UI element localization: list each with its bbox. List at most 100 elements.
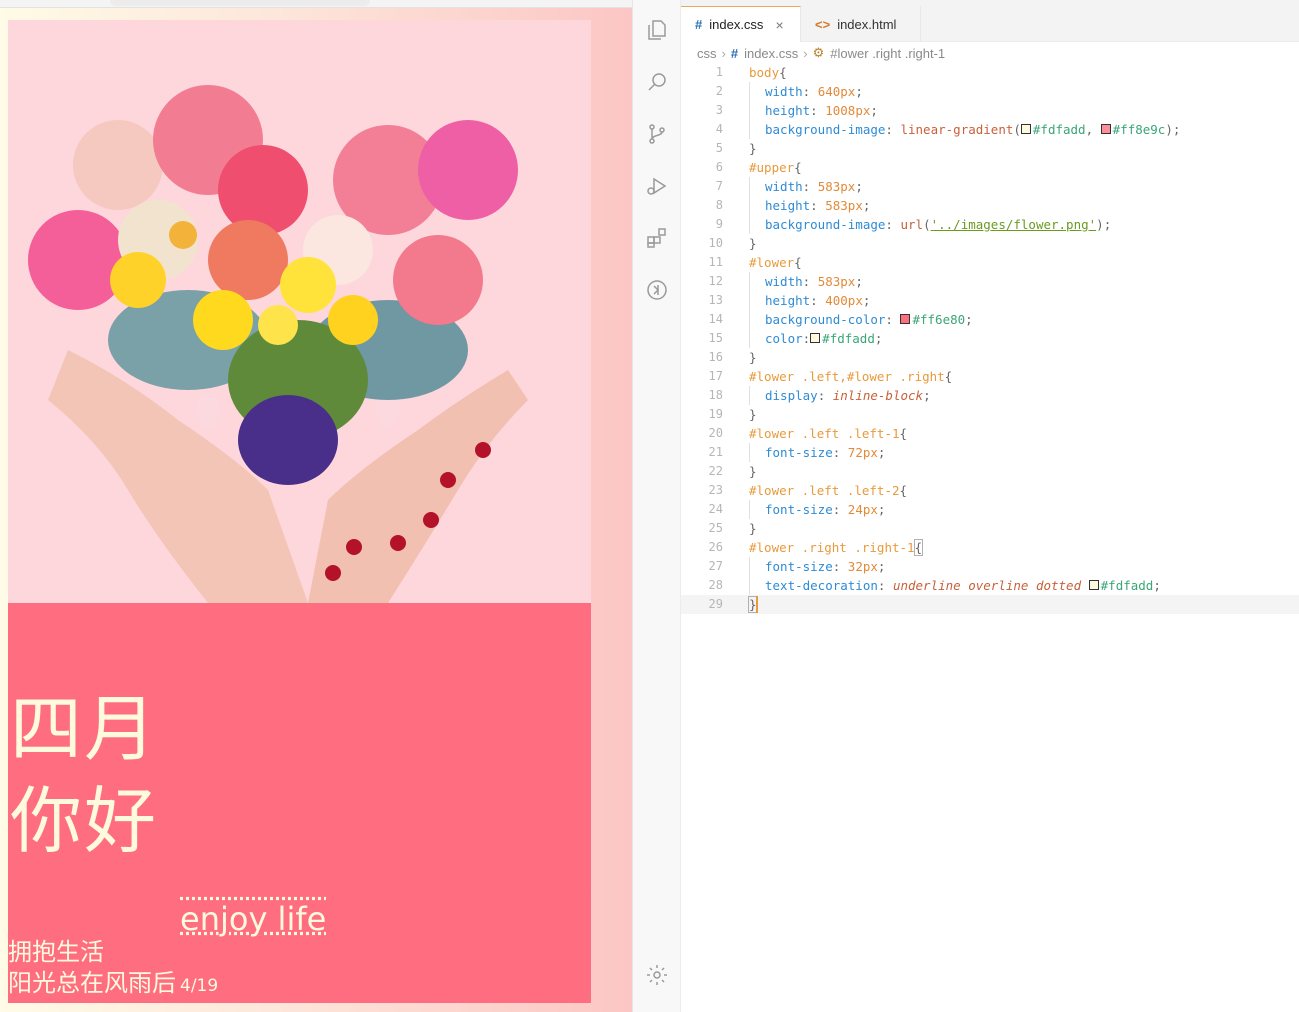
line-number: 2 [715, 84, 723, 98]
code-line: 5} [681, 139, 1299, 158]
close-icon[interactable]: × [775, 17, 783, 33]
code-text: #lower .left .left-1{ [749, 426, 908, 441]
explorer-icon[interactable] [645, 18, 669, 42]
property: height [765, 293, 811, 308]
code-text: width: 583px; [749, 272, 863, 291]
code-text: height: 400px; [749, 291, 870, 310]
code-text: } [749, 236, 757, 251]
property: width [765, 84, 803, 99]
line-number: 11 [708, 255, 723, 269]
source-control-icon[interactable] [645, 122, 669, 146]
code-text: #upper{ [749, 160, 802, 175]
line-number: 29 [708, 597, 723, 611]
code-area[interactable]: 1 body{ 2 width: 640px; 3 height: 1008px; 4… [681, 63, 1299, 614]
line-number: 17 [708, 369, 723, 383]
heading-april-hello: 四月 你好 [10, 683, 158, 867]
code-text: } [749, 141, 757, 156]
code-text: width: 640px; [749, 82, 863, 101]
color-swatch[interactable] [1020, 124, 1031, 134]
enjoy-life-text: enjoy life [180, 900, 327, 938]
color-swatch[interactable] [1088, 580, 1099, 590]
breadcrumb-file[interactable]: index.css [744, 46, 798, 61]
breadcrumb-folder[interactable]: css [697, 46, 717, 61]
browser-tab-edge[interactable] [110, 0, 370, 6]
selector: #upper [749, 160, 795, 175]
color-swatch[interactable] [900, 314, 911, 324]
property: font-size [765, 559, 833, 574]
code-text: background-image: linear-gradient(#fdfad… [749, 120, 1180, 139]
color-swatch[interactable] [810, 333, 821, 343]
code-line: 11 #lower{ [681, 253, 1299, 272]
line-number: 21 [708, 445, 723, 459]
breadcrumb-symbol[interactable]: #lower .right .right-1 [830, 46, 945, 61]
line-number: 24 [708, 502, 723, 516]
line-number: 10 [708, 236, 723, 250]
code-line: 14 background-color: #ff6e80; [681, 310, 1299, 329]
subtitle-block: 拥抱生活 阳光总在风雨后 4/19 [8, 937, 218, 1002]
line-number: 7 [715, 179, 723, 193]
tab-index-html[interactable]: <> index.html [801, 6, 921, 42]
remote-icon[interactable] [645, 278, 669, 302]
extensions-icon[interactable] [645, 226, 669, 250]
code-text: color: #fdfadd; [749, 329, 882, 348]
line-number: 13 [708, 293, 723, 307]
heading-line-1: 四月 [10, 687, 159, 771]
line-number: 3 [715, 103, 723, 117]
value: inline-block [832, 388, 924, 403]
code-text: #lower .right .right-1{ [749, 539, 924, 556]
property: text-decoration [765, 578, 878, 593]
code-text: display: inline-block; [749, 386, 931, 405]
code-line: 26 #lower .right .right-1{ [681, 538, 1299, 557]
date-text: 4/19 [180, 976, 219, 996]
color-value: #ff8e9c [1112, 122, 1166, 137]
html-file-icon: <> [815, 16, 831, 32]
code-text: #lower{ [749, 255, 802, 270]
line-number: 23 [708, 483, 723, 497]
color-swatch[interactable] [1100, 124, 1111, 134]
code-text: background-image: url('../images/flower.… [749, 215, 1111, 234]
code-line: 16} [681, 348, 1299, 367]
code-line: 2 width: 640px; [681, 82, 1299, 101]
line-number: 4 [715, 122, 723, 136]
code-line: 1 body{ [681, 63, 1299, 82]
property: font-size [765, 445, 833, 460]
code-line: 6 #upper{ [681, 158, 1299, 177]
code-text: } [749, 464, 757, 479]
value: 24px [847, 502, 878, 517]
selector: #lower .left .left-1 [749, 426, 900, 441]
breadcrumb: css › # index.css › ⚙ #lower .right .rig… [697, 44, 945, 62]
subtitle-line-2-text: 阳光总在风雨后 [8, 969, 176, 997]
code-line: 20 #lower .left .left-1{ [681, 424, 1299, 443]
value: 400px [825, 293, 863, 308]
code-line: 8 height: 583px; [681, 196, 1299, 215]
line-number: 5 [715, 141, 723, 155]
tab-index-css[interactable]: # index.css × [681, 6, 801, 42]
heading-line-2: 你好 [10, 779, 159, 863]
value: 640px [817, 84, 856, 99]
lower-section: 四月 你好 enjoy life 拥抱生活 阳光总在风雨后 4/19 [8, 603, 591, 1003]
string-link[interactable]: '../images/flower.png' [931, 217, 1097, 232]
code-line: 15 color: #fdfadd; [681, 329, 1299, 348]
code-line: 3 height: 1008px; [681, 101, 1299, 120]
subtitle-line-1: 拥抱生活 [8, 938, 104, 966]
settings-gear-icon[interactable] [645, 963, 669, 987]
tab-label: index.html [837, 16, 897, 32]
browser-preview: 四月 你好 enjoy life 拥抱生活 阳光总在风雨后 4/19 [0, 0, 632, 1012]
code-text: font-size: 24px; [749, 500, 885, 519]
run-debug-icon[interactable] [645, 174, 669, 198]
search-icon[interactable] [645, 70, 669, 94]
selector: #lower .left,#lower .right [749, 369, 945, 384]
line-number: 9 [715, 217, 723, 231]
code-line: 4 background-image: linear-gradient(#fdfa… [681, 120, 1299, 139]
value: 32px [847, 559, 878, 574]
selector: #lower [749, 255, 795, 270]
property: background-image [765, 122, 886, 137]
color-value: #ff6e80 [912, 312, 966, 327]
code-text: body{ [749, 65, 787, 80]
code-text: height: 1008px; [749, 101, 878, 120]
value: 583px [825, 198, 863, 213]
code-line: 25} [681, 519, 1299, 538]
line-number: 22 [708, 464, 723, 478]
value: 583px [817, 179, 856, 194]
code-text: } [749, 350, 757, 365]
